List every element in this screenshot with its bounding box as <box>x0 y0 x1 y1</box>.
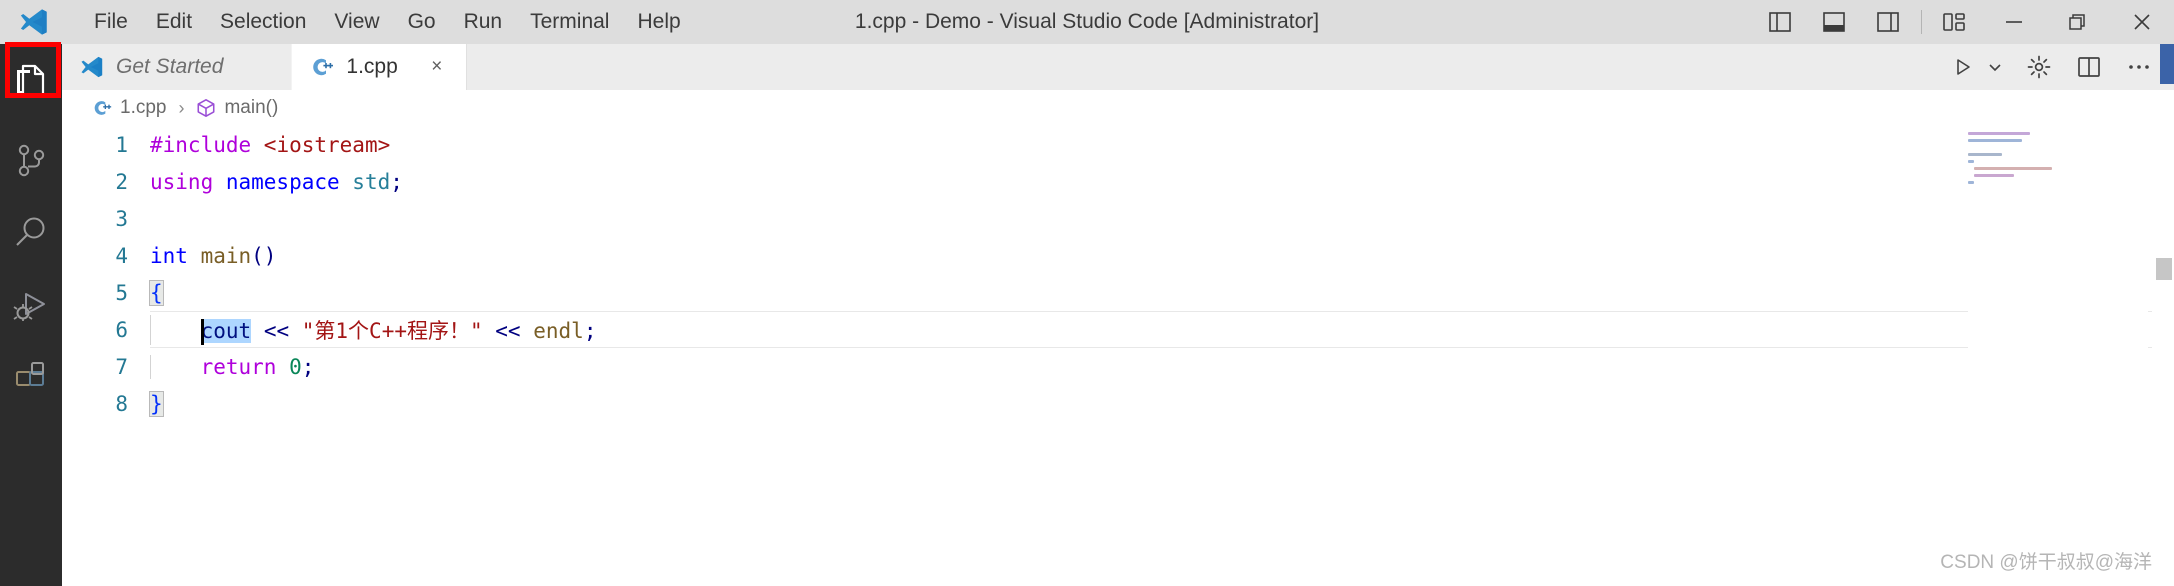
sidebar-item-explorer[interactable] <box>0 44 62 120</box>
code-line: 5 { <box>62 274 2174 311</box>
cpp-file-icon <box>92 98 112 118</box>
code-line-content: } <box>149 390 164 417</box>
toggle-panel-icon[interactable] <box>1807 0 1861 44</box>
menu-item-file[interactable]: File <box>80 6 142 38</box>
menu-item-terminal[interactable]: Terminal <box>516 6 623 38</box>
code-line-content: return 0; <box>150 354 314 379</box>
line-number: 6 <box>115 317 128 342</box>
text-cursor <box>200 318 204 345</box>
code-line: 3 <box>62 200 2174 237</box>
tab-1-cpp[interactable]: 1.cpp × <box>292 44 467 90</box>
menu-item-run[interactable]: Run <box>450 6 517 38</box>
code-line-content: int main() <box>150 243 277 268</box>
tab-close-icon[interactable]: × <box>426 56 448 78</box>
run-settings-button[interactable] <box>2020 48 2058 86</box>
activity-bar <box>0 44 62 586</box>
tab-label: 1.cpp <box>346 55 398 78</box>
title-bar: File Edit Selection View Go Run Terminal… <box>0 0 2174 44</box>
title-bar-divider <box>1921 10 1922 34</box>
code-line-content: #include <iostream> <box>150 132 391 157</box>
code-line: 8 } <box>62 385 2174 422</box>
menu-bar: File Edit Selection View Go Run Terminal… <box>80 6 695 38</box>
vscode-window: File Edit Selection View Go Run Terminal… <box>0 0 2174 586</box>
menu-item-view[interactable]: View <box>320 6 393 38</box>
toggle-secondary-sidebar-icon[interactable] <box>1861 0 1915 44</box>
vscode-logo-icon <box>12 0 56 44</box>
line-number: 2 <box>115 169 128 194</box>
line-number: 7 <box>115 354 128 379</box>
run-options-dropdown[interactable] <box>1982 48 2008 86</box>
scrollbar-thumb[interactable] <box>2156 258 2172 280</box>
source-control-branch-icon <box>15 144 47 178</box>
code-line: 2 using namespace std; <box>62 163 2174 200</box>
symbol-method-cube-icon <box>196 98 216 118</box>
extensions-blocks-icon <box>14 360 48 394</box>
tab-bar-filler <box>466 44 2174 90</box>
breadcrumb-label: 1.cpp <box>120 97 167 118</box>
breadcrumb: 1.cpp › main() <box>62 90 2174 126</box>
breadcrumb-item-file[interactable]: 1.cpp <box>92 97 166 119</box>
code-line: 4 int main() <box>62 237 2174 274</box>
breadcrumb-separator-icon: › <box>178 97 185 118</box>
tab-bar: Get Started × 1.cpp × <box>62 44 2174 90</box>
menu-item-selection[interactable]: Selection <box>206 6 320 38</box>
code-line-content: cout << "第1个C++程序！" << endl; <box>150 314 596 345</box>
search-magnifier-icon <box>14 216 48 250</box>
files-explorer-icon <box>14 64 48 100</box>
run-and-debug-icon <box>13 288 49 322</box>
toggle-primary-sidebar-icon[interactable] <box>1753 0 1807 44</box>
customize-layout-icon[interactable] <box>1928 0 1982 44</box>
title-bar-actions <box>1753 0 2174 44</box>
code-line-active: 6 cout << "第1个C++程序！" << endl; <box>62 311 2174 348</box>
code-line: 1 #include <iostream> <box>62 126 2174 163</box>
run-code-button[interactable] <box>1944 48 1982 86</box>
maximize-restore-icon[interactable] <box>2046 0 2110 44</box>
menu-item-go[interactable]: Go <box>394 6 450 38</box>
code-editor[interactable]: 1 #include <iostream> 2 using namespace … <box>62 126 2174 586</box>
sidebar-item-extensions[interactable] <box>0 346 62 408</box>
close-icon[interactable] <box>2110 0 2174 44</box>
tab-get-started[interactable]: Get Started × <box>62 44 293 90</box>
line-number: 3 <box>115 206 128 231</box>
code-line-content: using namespace std; <box>150 169 403 194</box>
menu-item-help[interactable]: Help <box>623 6 694 38</box>
tab-label: Get Started <box>116 55 224 78</box>
code-line: 7 return 0; <box>62 348 2174 385</box>
menu-item-edit[interactable]: Edit <box>142 6 206 38</box>
selected-token: cout <box>200 318 252 343</box>
watermark-text: CSDN @饼干叔叔@海洋 <box>1940 552 2152 573</box>
window-edge-accent <box>2160 44 2174 84</box>
vscode-logo-icon <box>80 55 104 79</box>
line-number: 1 <box>115 132 128 157</box>
indent-guide <box>150 314 151 345</box>
sidebar-item-run-and-debug[interactable] <box>0 274 62 336</box>
minimize-icon[interactable] <box>1982 0 2046 44</box>
split-editor-button[interactable] <box>2070 48 2108 86</box>
editor-actions <box>1944 44 2174 90</box>
code-line-content: { <box>149 279 164 306</box>
line-number: 8 <box>115 391 128 416</box>
line-number: 5 <box>115 280 128 305</box>
editor-scrollbar[interactable] <box>2152 126 2174 586</box>
more-actions-button[interactable] <box>2120 48 2158 86</box>
breadcrumb-label: main() <box>224 97 279 118</box>
sidebar-item-search[interactable] <box>0 202 62 264</box>
cpp-file-icon <box>310 55 334 79</box>
sidebar-item-source-control[interactable] <box>0 130 62 192</box>
breadcrumb-item-symbol[interactable]: main() <box>196 97 278 119</box>
editor-group: Get Started × 1.cpp × <box>62 44 2174 586</box>
line-number: 4 <box>115 243 128 268</box>
indent-guide <box>150 354 151 379</box>
